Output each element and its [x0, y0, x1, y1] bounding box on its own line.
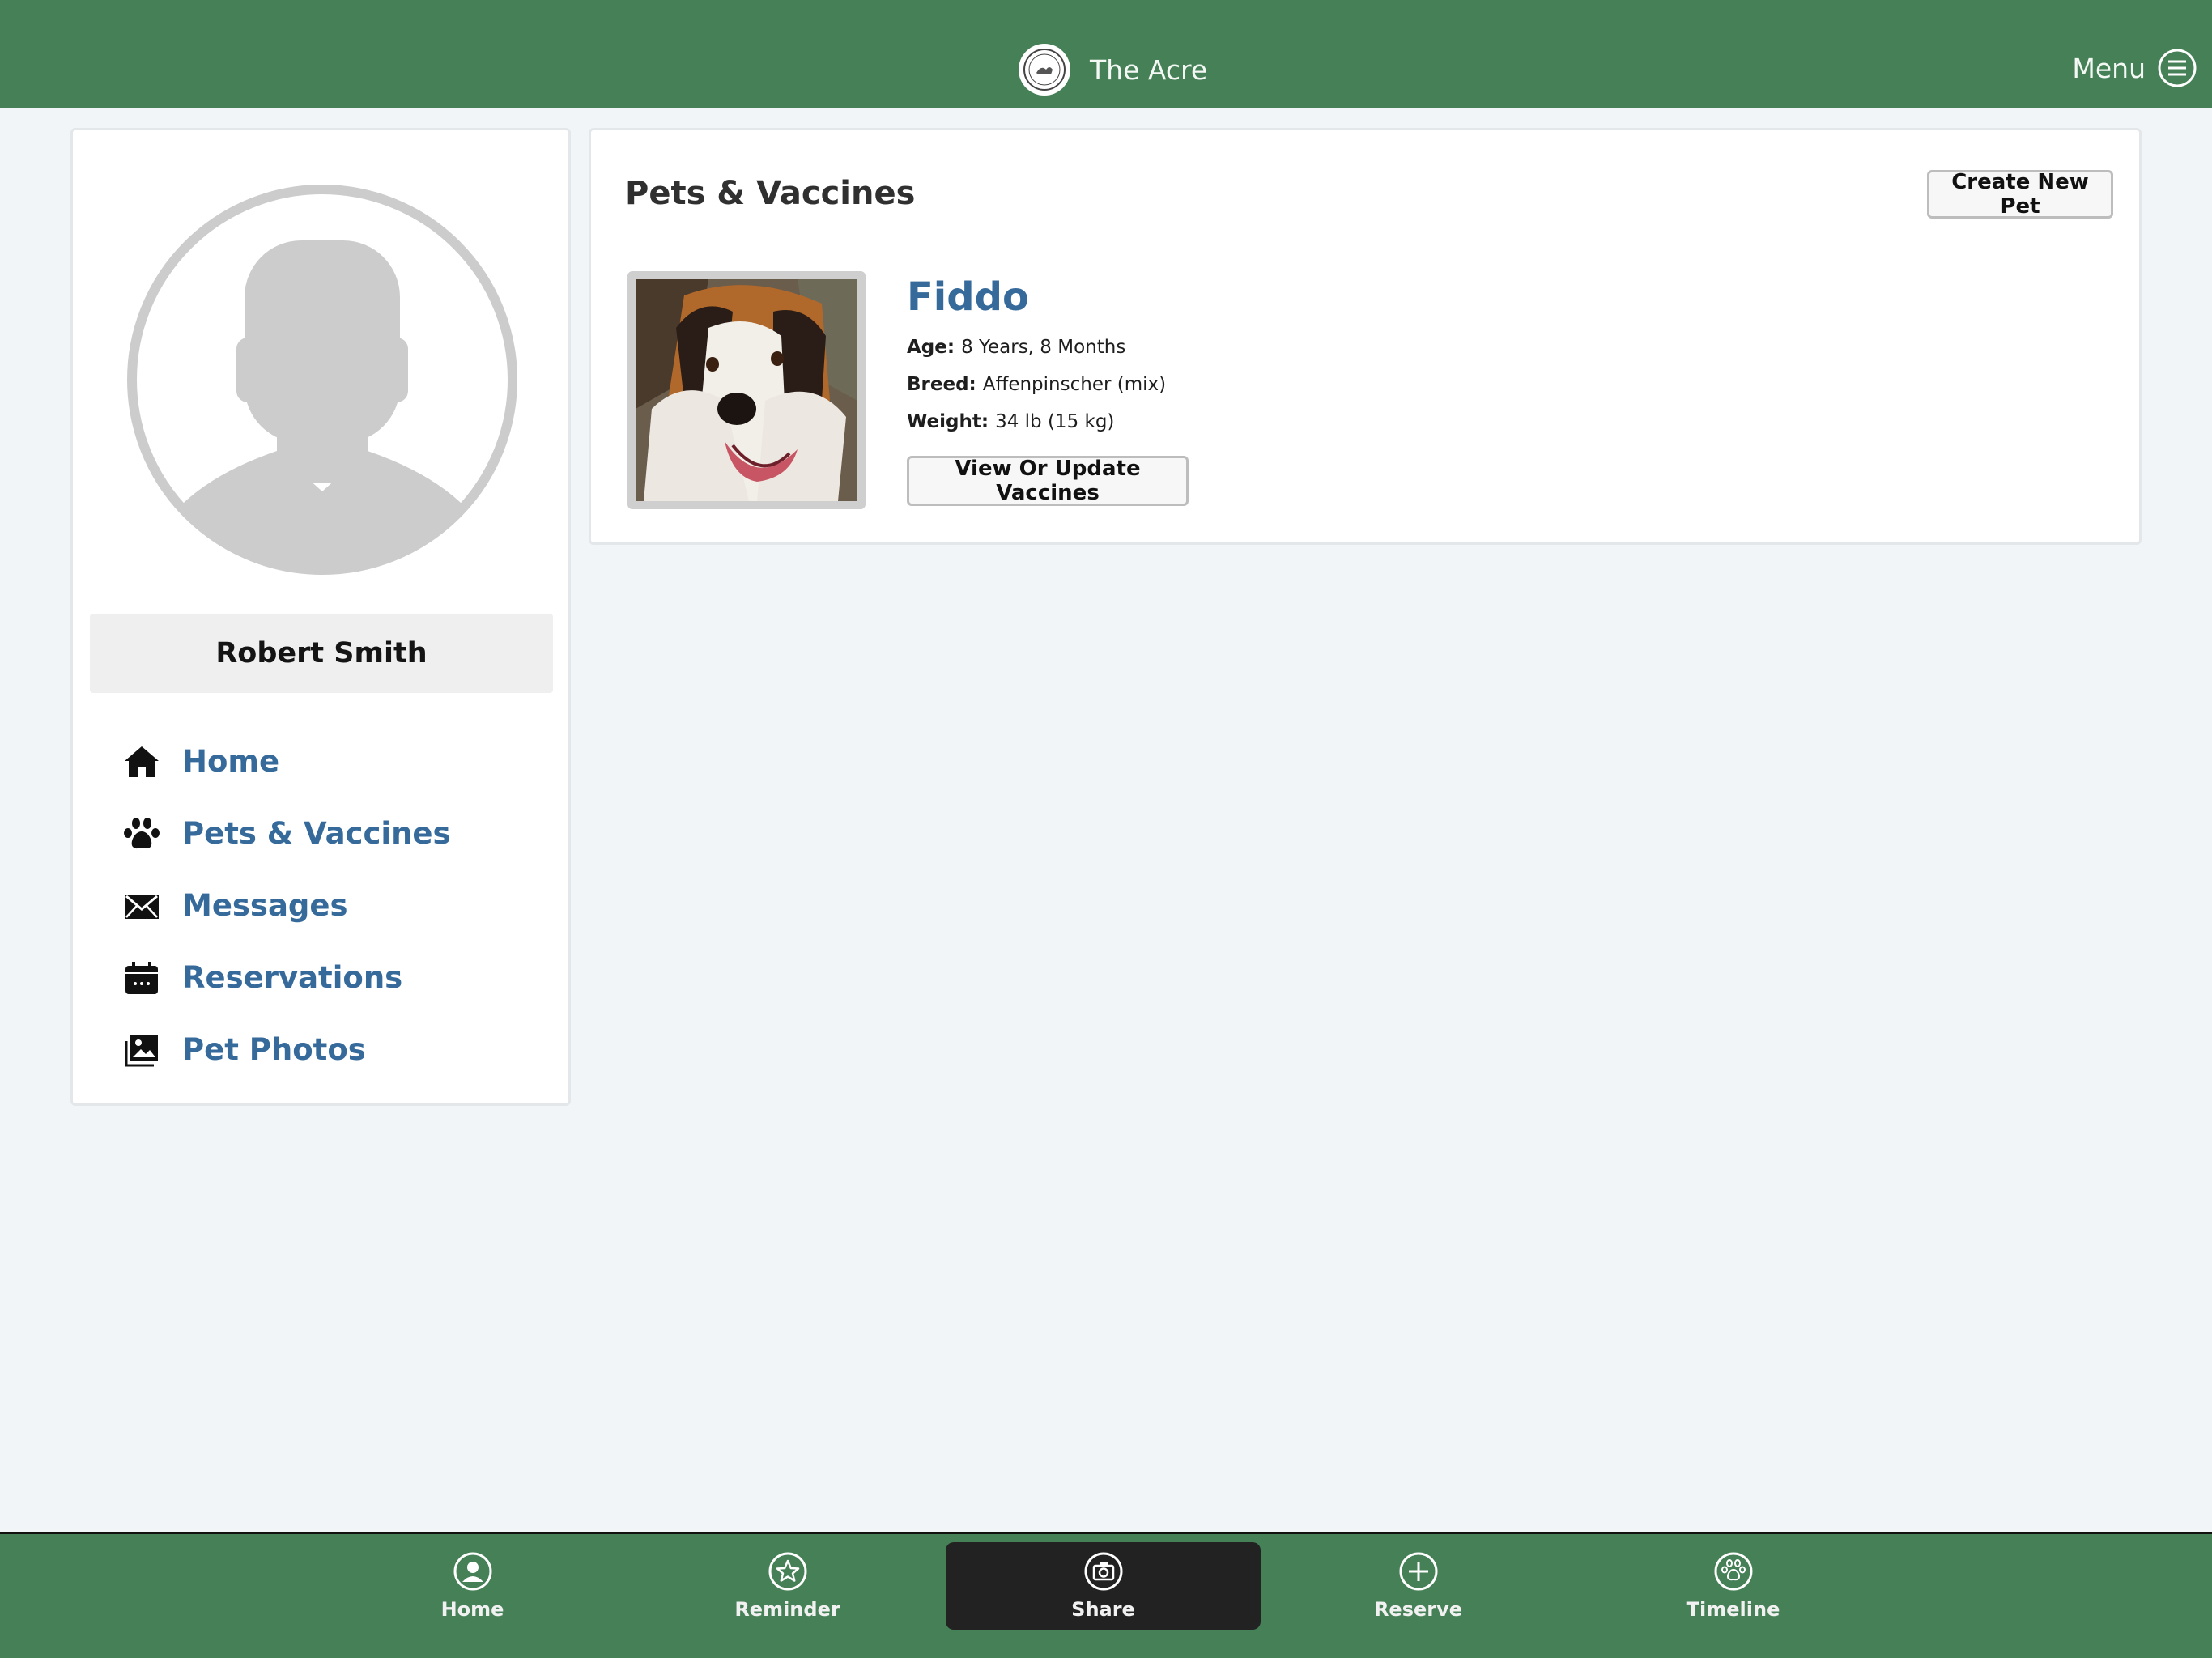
top-bar: The Acre Menu	[0, 0, 2212, 108]
pets-panel: Pets & Vaccines Create New Pet Fiddo Age…	[589, 128, 2142, 545]
sidebar-nav: Home Pets & Vaccines Messages Reservatio…	[121, 725, 542, 1086]
star-icon	[768, 1552, 806, 1591]
tab-label: Reminder	[734, 1598, 840, 1621]
avatar	[127, 185, 517, 575]
envelope-icon	[121, 886, 162, 926]
sidebar-item-pet-photos[interactable]: Pet Photos	[121, 1014, 542, 1086]
bottom-nav: Home Reminder Share Reserve Timeline	[0, 1532, 2212, 1658]
paw-circle-icon	[1714, 1552, 1752, 1591]
view-update-vaccines-button[interactable]: View Or Update Vaccines	[907, 456, 1189, 506]
tab-timeline[interactable]: Timeline	[1576, 1542, 1891, 1630]
pet-weight: Weight: 34 lb (15 kg)	[907, 411, 1114, 432]
brand-title: The Acre	[1090, 53, 1208, 86]
menu-label: Menu	[2072, 52, 2146, 84]
home-icon	[121, 742, 162, 782]
tab-reminder[interactable]: Reminder	[630, 1542, 945, 1630]
menu-button[interactable]: Menu	[2072, 47, 2197, 89]
photos-icon	[121, 1030, 162, 1070]
hamburger-circle-icon	[2158, 49, 2197, 87]
pet-age-value: 8 Years, 8 Months	[961, 337, 1126, 358]
sidebar-item-label: Home	[182, 744, 280, 779]
tab-label: Share	[1071, 1598, 1135, 1621]
user-circle-icon	[453, 1552, 491, 1591]
pet-name-link[interactable]: Fiddo	[907, 274, 1029, 320]
sidebar-item-label: Messages	[182, 888, 348, 923]
brand[interactable]: The Acre	[1019, 44, 1207, 96]
sidebar-item-label: Pet Photos	[182, 1032, 366, 1067]
sidebar-item-messages[interactable]: Messages	[121, 869, 542, 942]
paw-icon	[121, 814, 162, 854]
pet-weight-label: Weight:	[907, 411, 989, 432]
profile-sidebar: Robert Smith Home Pets & Vaccines Messag…	[70, 128, 571, 1106]
sidebar-item-label: Pets & Vaccines	[182, 816, 451, 851]
sidebar-item-reservations[interactable]: Reservations	[121, 942, 542, 1014]
sidebar-item-home[interactable]: Home	[121, 725, 542, 797]
tab-home[interactable]: Home	[315, 1542, 630, 1630]
sidebar-item-pets-vaccines[interactable]: Pets & Vaccines	[121, 797, 542, 869]
tab-share[interactable]: Share	[946, 1542, 1261, 1630]
pet-breed: Breed: Affenpinscher (mix)	[907, 374, 1166, 395]
tab-label: Reserve	[1373, 1598, 1463, 1621]
tab-label: Timeline	[1686, 1598, 1780, 1621]
profile-name: Robert Smith	[90, 614, 553, 693]
pet-breed-value: Affenpinscher (mix)	[982, 374, 1167, 395]
pet-photo[interactable]	[627, 271, 866, 509]
calendar-icon	[121, 958, 162, 998]
tab-reserve[interactable]: Reserve	[1261, 1542, 1576, 1630]
create-new-pet-button[interactable]: Create New Pet	[1927, 170, 2113, 219]
pet-weight-value: 34 lb (15 kg)	[995, 411, 1115, 432]
pet-age: Age: 8 Years, 8 Months	[907, 337, 1125, 358]
camera-icon	[1084, 1552, 1122, 1591]
brand-logo-icon	[1019, 44, 1070, 96]
page-title: Pets & Vaccines	[625, 175, 916, 212]
pet-breed-label: Breed:	[907, 374, 976, 395]
sidebar-item-label: Reservations	[182, 960, 403, 995]
plus-circle-icon	[1399, 1552, 1437, 1591]
tab-label: Home	[440, 1598, 504, 1621]
pet-age-label: Age:	[907, 337, 955, 358]
